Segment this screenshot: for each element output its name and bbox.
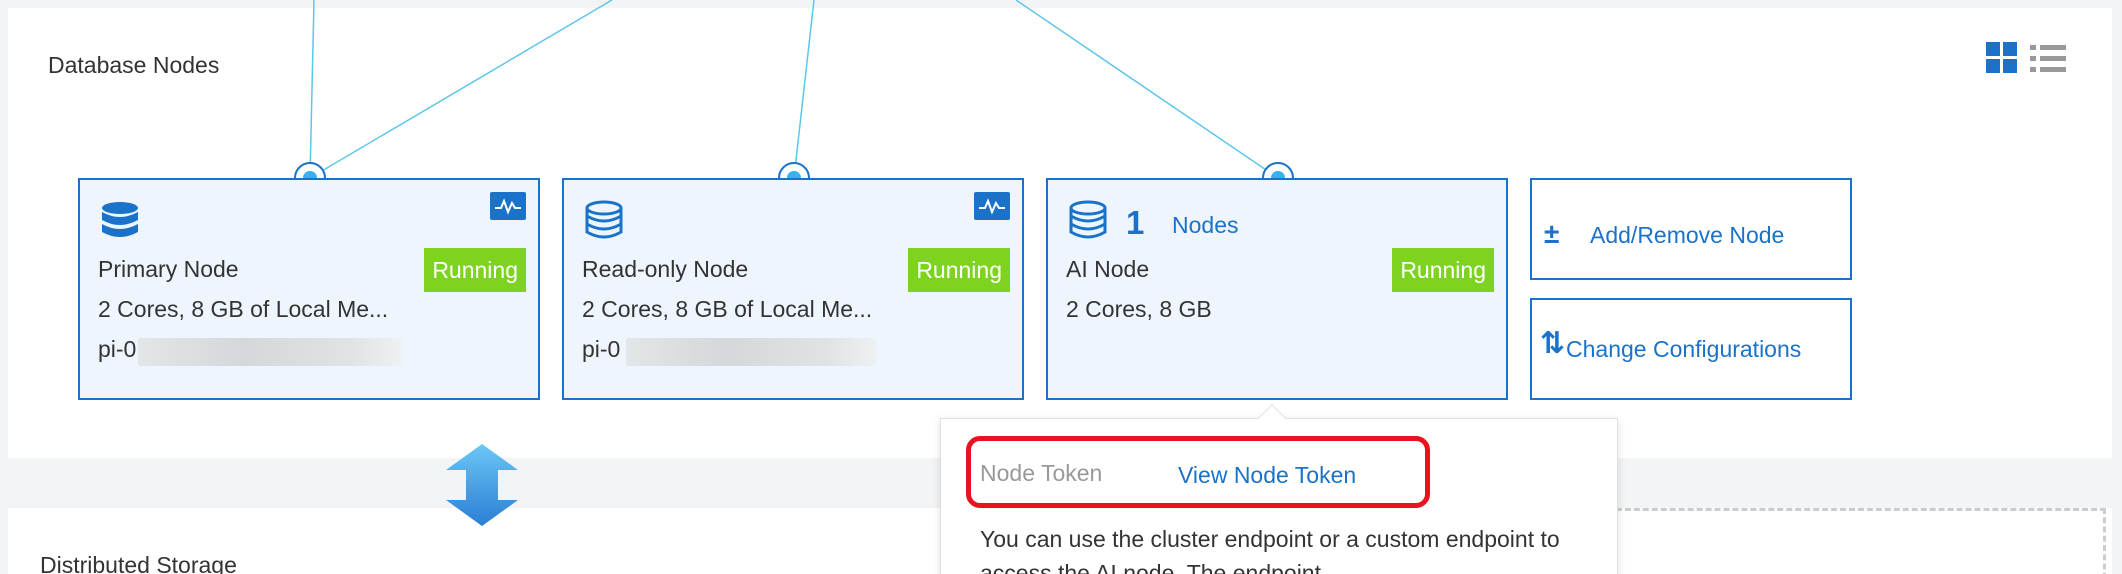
add-remove-node-label: Add/Remove Node	[1590, 222, 1785, 248]
node-spec: 2 Cores, 8 GB of Local Me...	[98, 296, 389, 322]
status-badge: Running	[424, 248, 526, 292]
readonly-node-card[interactable]: Read-only Node Running 2 Cores, 8 GB of …	[562, 178, 1024, 400]
node-name: Primary Node	[98, 256, 239, 282]
change-configurations-label: Change Configurations	[1566, 336, 1802, 362]
grid-view-icon[interactable]	[1986, 42, 2018, 74]
node-spec: 2 Cores, 8 GB of Local Me...	[582, 296, 873, 322]
redacted-id	[626, 338, 876, 366]
database-icon	[102, 202, 138, 237]
node-id[interactable]: pi-0	[582, 336, 620, 363]
node-id[interactable]: pi-0	[98, 336, 136, 363]
ai-node-count: 1	[1126, 204, 1145, 241]
monitor-icon[interactable]	[974, 192, 1010, 220]
node-spec: 2 Cores, 8 GB	[1066, 296, 1212, 322]
node-name: AI Node	[1066, 256, 1150, 282]
view-node-token-link[interactable]: View Node Token	[1178, 462, 1356, 489]
status-badge: Running	[1392, 248, 1494, 292]
view-toggle	[1986, 42, 2066, 76]
node-name: Read-only Node	[582, 256, 749, 282]
change-configurations-button[interactable]: ⇅ Change Configurations	[1530, 298, 1852, 400]
node-token-label: Node Token	[980, 460, 1103, 486]
swap-arrows-icon: ⇅	[1540, 327, 1566, 360]
monitor-icon[interactable]	[490, 192, 526, 220]
storage-placeholder	[1598, 508, 2106, 574]
sync-arrow-icon	[446, 444, 518, 526]
ai-node-card[interactable]: 1 Nodes AI Node Running 2 Cores, 8 GB	[1046, 178, 1508, 400]
primary-node-card[interactable]: Primary Node Running 2 Cores, 8 GB of Lo…	[78, 178, 540, 400]
add-remove-node-button[interactable]: ± Add/Remove Node	[1530, 178, 1852, 280]
status-badge: Running	[908, 248, 1010, 292]
list-view-icon[interactable]	[2030, 44, 2066, 74]
database-icon	[1069, 200, 1107, 239]
ai-nodes-link[interactable]: Nodes	[1172, 212, 1238, 239]
database-icon	[585, 200, 623, 239]
popover-description: You can use the cluster endpoint or a cu…	[980, 526, 1560, 574]
section-title-distributed-storage: Distributed Storage	[40, 552, 237, 574]
redacted-id	[138, 338, 402, 366]
plus-minus-icon: ±	[1544, 218, 1560, 249]
section-title-database-nodes: Database Nodes	[48, 52, 220, 78]
